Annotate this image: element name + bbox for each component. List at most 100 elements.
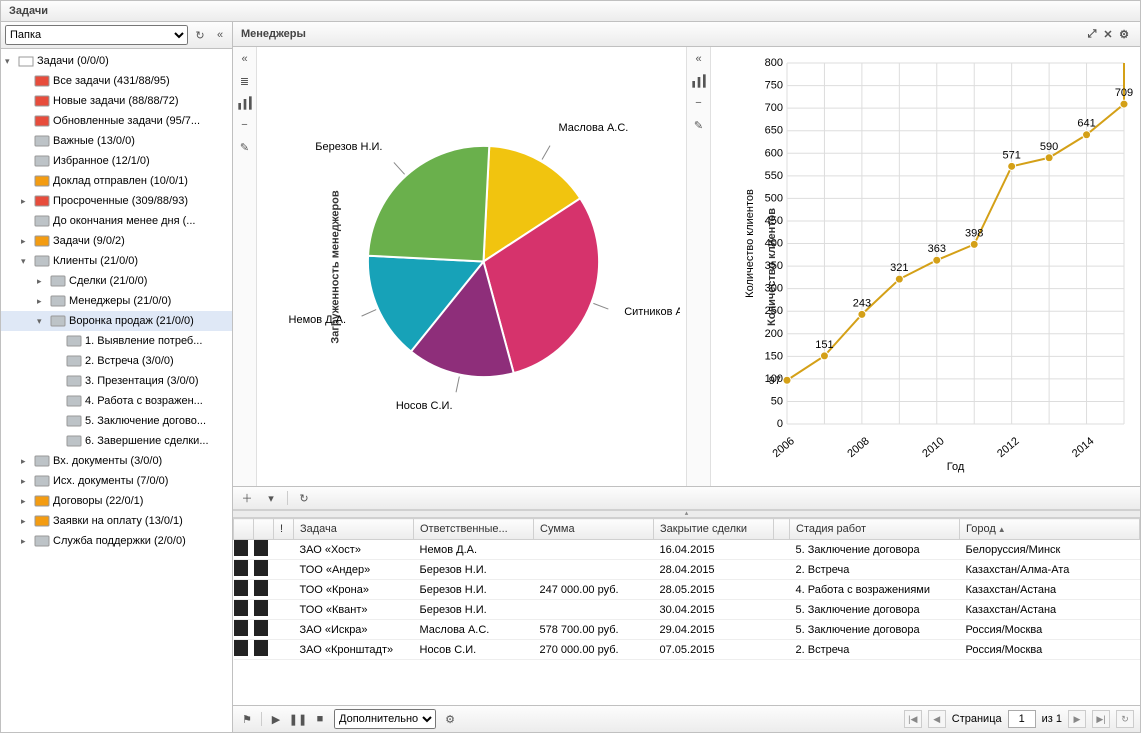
column-header[interactable] [234, 519, 254, 540]
tree-item[interactable]: 3. Презентация (3/0/0) [1, 371, 232, 391]
tree-item[interactable]: Воронка продаж (21/0/0) [1, 311, 232, 331]
row-marker[interactable] [234, 600, 254, 620]
collapse-up-icon[interactable]: ⤢ [1084, 26, 1100, 42]
tree-item[interactable]: Задачи (9/0/2) [1, 231, 232, 251]
tree-item[interactable]: Сделки (21/0/0) [1, 271, 232, 291]
tree-item[interactable]: Служба поддержки (2/0/0) [1, 531, 232, 551]
tree-item[interactable]: Новые задачи (88/88/72) [1, 91, 232, 111]
tree-expand-icon[interactable] [21, 235, 33, 247]
tree-label: 5. Заключение догово... [85, 415, 206, 427]
refresh-icon[interactable]: ↻ [192, 27, 208, 43]
play-icon[interactable]: ▶ [268, 711, 284, 727]
collapse-chart-icon[interactable]: « [237, 51, 253, 67]
row-marker[interactable] [254, 620, 274, 640]
minus-icon[interactable]: − [237, 117, 253, 133]
dropdown-icon[interactable]: ▾ [263, 490, 279, 506]
column-header[interactable] [774, 519, 790, 540]
column-header[interactable]: Сумма [534, 519, 654, 540]
bar-chart-icon[interactable] [237, 95, 253, 111]
column-header[interactable]: ! [274, 519, 294, 540]
row-marker[interactable] [254, 580, 274, 600]
tree-expand-icon[interactable] [37, 315, 49, 327]
row-marker[interactable] [234, 560, 254, 580]
pager-first-icon[interactable]: |◀ [904, 710, 922, 728]
folder-select[interactable]: Папка [5, 25, 188, 45]
pencil-icon[interactable]: ✎ [237, 139, 253, 155]
list-view-icon[interactable]: ≣ [237, 73, 253, 89]
tree-item[interactable]: Все задачи (431/88/95) [1, 71, 232, 91]
tree-item[interactable]: Заявки на оплату (13/0/1) [1, 511, 232, 531]
tree-expand-icon[interactable] [37, 295, 49, 307]
collapse-chart-icon[interactable]: « [691, 51, 707, 67]
tree-item[interactable]: Доклад отправлен (10/0/1) [1, 171, 232, 191]
close-panel-icon[interactable]: ✕ [1100, 26, 1116, 42]
stop-icon[interactable]: ■ [312, 711, 328, 727]
table-row[interactable]: ЗАО «Кронштадт»Носов С.И.270 000.00 руб.… [234, 640, 1140, 660]
add-icon[interactable]: ＋ [239, 490, 255, 506]
column-header[interactable]: Стадия работ [790, 519, 960, 540]
gear-dropdown-icon[interactable]: ⚙ [442, 711, 458, 727]
tree-expand-icon[interactable] [21, 515, 33, 527]
tree-item[interactable]: Обновленные задачи (95/7... [1, 111, 232, 131]
column-header[interactable]: Закрытие сделки [654, 519, 774, 540]
tree-expand-icon[interactable] [21, 475, 33, 487]
table-row[interactable]: ТОО «Андер»Березов Н.И.28.04.20152. Встр… [234, 560, 1140, 580]
tree-item[interactable]: Клиенты (21/0/0) [1, 251, 232, 271]
pencil-icon[interactable]: ✎ [691, 117, 707, 133]
tree-expand-icon[interactable] [37, 275, 49, 287]
column-header[interactable] [254, 519, 274, 540]
table-row[interactable]: ТОО «Крона»Березов Н.И.247 000.00 руб.28… [234, 580, 1140, 600]
column-header[interactable]: Город▲ [960, 519, 1140, 540]
tree-expand-icon[interactable] [21, 455, 33, 467]
row-marker[interactable] [234, 540, 254, 560]
tree-item[interactable]: Менеджеры (21/0/0) [1, 291, 232, 311]
svg-text:0: 0 [777, 418, 783, 430]
tree-item[interactable]: 5. Заключение догово... [1, 411, 232, 431]
column-header[interactable]: Ответственные... [414, 519, 534, 540]
tree-item[interactable]: Избранное (12/1/0) [1, 151, 232, 171]
tree-item[interactable]: Просроченные (309/88/93) [1, 191, 232, 211]
table-row[interactable]: ТОО «Квант»Березов Н.И.30.04.20155. Закл… [234, 600, 1140, 620]
minus-icon[interactable]: − [691, 95, 707, 111]
tree-expand-icon[interactable] [21, 495, 33, 507]
tree-root[interactable]: Задачи (0/0/0) [1, 51, 232, 71]
row-marker[interactable] [234, 640, 254, 660]
pager-prev-icon[interactable]: ◀ [928, 710, 946, 728]
extra-select[interactable]: Дополнительно [334, 709, 436, 729]
tree-expand-icon[interactable] [21, 255, 33, 267]
gear-icon[interactable]: ⚙ [1116, 26, 1132, 42]
table-row[interactable]: ЗАО «Искра»Маслова А.С.578 700.00 руб.29… [234, 620, 1140, 640]
refresh-icon[interactable]: ↻ [296, 490, 312, 506]
row-marker[interactable] [254, 640, 274, 660]
column-header[interactable]: Задача [294, 519, 414, 540]
bar-chart-icon[interactable] [691, 73, 707, 89]
tree-item[interactable]: 6. Завершение сделки... [1, 431, 232, 451]
collapse-left-icon[interactable]: « [212, 27, 228, 43]
pager-refresh-icon[interactable]: ↻ [1116, 710, 1134, 728]
table-row[interactable]: ЗАО «Хост»Немов Д.А.16.04.20155. Заключе… [234, 540, 1140, 560]
tree-item[interactable]: Вх. документы (3/0/0) [1, 451, 232, 471]
tree-item[interactable]: До окончания менее дня (... [1, 211, 232, 231]
row-marker[interactable] [254, 540, 274, 560]
pager-last-icon[interactable]: ▶| [1092, 710, 1110, 728]
tree-item[interactable]: 1. Выявление потреб... [1, 331, 232, 351]
row-marker[interactable] [254, 560, 274, 580]
pager-next-icon[interactable]: ▶ [1068, 710, 1086, 728]
tree-item[interactable]: Важные (13/0/0) [1, 131, 232, 151]
pager-input[interactable] [1008, 710, 1036, 728]
svg-text:571: 571 [1002, 149, 1020, 161]
grid-splitter[interactable]: ▴ [233, 510, 1140, 518]
row-marker[interactable] [254, 600, 274, 620]
pause-icon[interactable]: ❚❚ [290, 711, 306, 727]
tree-expand-icon[interactable] [21, 535, 33, 547]
row-marker[interactable] [234, 620, 254, 640]
tree-expand-icon[interactable] [5, 55, 17, 67]
svg-text:250: 250 [765, 305, 783, 317]
tree-item[interactable]: Договоры (22/0/1) [1, 491, 232, 511]
tree-item[interactable]: Исх. документы (7/0/0) [1, 471, 232, 491]
tree-item[interactable]: 4. Работа с возражен... [1, 391, 232, 411]
flag-icon[interactable]: ⚑ [239, 711, 255, 727]
tree-expand-icon[interactable] [21, 195, 33, 207]
row-marker[interactable] [234, 580, 254, 600]
tree-item[interactable]: 2. Встреча (3/0/0) [1, 351, 232, 371]
